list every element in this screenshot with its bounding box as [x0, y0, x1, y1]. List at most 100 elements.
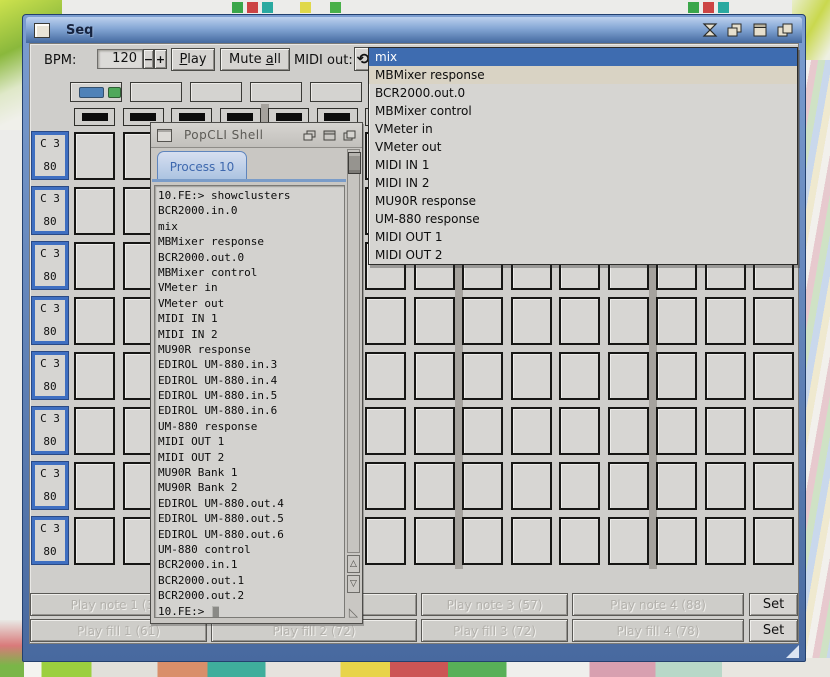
step-cell[interactable] — [74, 297, 115, 345]
bpm-field[interactable]: 120 — [97, 49, 143, 69]
track-label[interactable]: C 380 — [32, 297, 68, 344]
dropdown-item[interactable]: MIDI OUT 2 — [369, 246, 797, 264]
step-cell[interactable] — [559, 462, 600, 510]
step-cell[interactable] — [511, 407, 552, 455]
track-label[interactable]: C 380 — [32, 462, 68, 509]
step-cell[interactable] — [74, 407, 115, 455]
step-cell[interactable] — [608, 352, 649, 400]
scroll-down-button[interactable]: ▽ — [347, 575, 360, 593]
set-note-button[interactable]: Set — [749, 593, 798, 616]
track-label[interactable]: C 380 — [32, 352, 68, 399]
dropdown-item[interactable]: VMeter in — [369, 120, 797, 138]
dropdown-item[interactable]: MBMixer control — [369, 102, 797, 120]
step-cell[interactable] — [656, 297, 697, 345]
step-cell[interactable] — [365, 517, 406, 565]
step-cell[interactable] — [462, 352, 503, 400]
dropdown-item[interactable]: mix — [369, 48, 797, 66]
step-cell[interactable] — [705, 352, 746, 400]
maximize-button[interactable] — [751, 23, 769, 38]
pattern-cell[interactable] — [130, 82, 182, 102]
window-resize-grip[interactable] — [786, 645, 799, 658]
dropdown-item[interactable]: MIDI IN 1 — [369, 156, 797, 174]
seq-titlebar[interactable]: Seq — [26, 17, 802, 43]
step-cell[interactable] — [559, 407, 600, 455]
track-label[interactable]: C 380 — [32, 407, 68, 454]
window-menu-icon[interactable] — [34, 23, 50, 38]
play-note-button[interactable]: Play note 4 (88) — [572, 593, 744, 616]
shell-titlebar[interactable]: PopCLI Shell — [151, 123, 362, 148]
terminal-output[interactable]: 10.FE:> showclustersBCR2000.in.0mixMBMix… — [154, 185, 345, 618]
shell-window-menu-icon[interactable] — [157, 129, 172, 142]
step-cell[interactable] — [753, 407, 794, 455]
step-cell[interactable] — [365, 462, 406, 510]
step-cell[interactable] — [608, 517, 649, 565]
track-label[interactable]: C 380 — [32, 132, 68, 179]
step-cell[interactable] — [656, 517, 697, 565]
step-cell[interactable] — [608, 462, 649, 510]
pattern-cell[interactable] — [250, 82, 302, 102]
tab-process-10[interactable]: Process 10 — [157, 151, 247, 181]
set-fill-button[interactable]: Set — [749, 619, 798, 642]
pattern-cell[interactable] — [310, 82, 362, 102]
step-cell[interactable] — [753, 352, 794, 400]
step-cell[interactable] — [753, 297, 794, 345]
step-cell[interactable] — [608, 297, 649, 345]
dropdown-item[interactable]: MBMixer response — [369, 66, 797, 84]
step-cell[interactable] — [705, 462, 746, 510]
play-button[interactable]: Play — [171, 48, 215, 71]
scroll-up-button[interactable]: △ — [347, 555, 360, 573]
step-cell[interactable] — [414, 297, 455, 345]
dropdown-item[interactable]: VMeter out — [369, 138, 797, 156]
step-cell[interactable] — [74, 132, 115, 180]
play-fill-button[interactable]: Play fill 3 (72) — [421, 619, 568, 642]
play-note-button[interactable]: Play note 3 (57) — [421, 593, 568, 616]
bpm-decrement-button[interactable]: − — [143, 49, 154, 69]
lower-window-button[interactable] — [726, 23, 744, 38]
dropdown-item[interactable]: BCR2000.out.0 — [369, 84, 797, 102]
play-fill-button[interactable]: Play fill 4 (78) — [572, 619, 744, 642]
pattern-cell[interactable] — [190, 82, 242, 102]
step-cell[interactable] — [705, 517, 746, 565]
dropdown-item[interactable]: MIDI OUT 1 — [369, 228, 797, 246]
step-cell[interactable] — [365, 352, 406, 400]
step-cell[interactable] — [656, 462, 697, 510]
track-label[interactable]: C 380 — [32, 517, 68, 564]
step-cell[interactable] — [656, 407, 697, 455]
step-cell[interactable] — [74, 242, 115, 290]
step-cell[interactable] — [462, 407, 503, 455]
step-cell[interactable] — [511, 462, 552, 510]
step-cell[interactable] — [559, 517, 600, 565]
terminal-scrollbar[interactable] — [347, 149, 360, 553]
step-cell[interactable] — [462, 462, 503, 510]
step-cell[interactable] — [462, 517, 503, 565]
shell-resize-grip[interactable]: ◺ — [347, 601, 360, 619]
step-cell[interactable] — [511, 352, 552, 400]
raise-window-button[interactable] — [776, 23, 794, 38]
step-cell[interactable] — [74, 462, 115, 510]
step-cell[interactable] — [511, 297, 552, 345]
step-cell[interactable] — [559, 352, 600, 400]
step-cell[interactable] — [705, 407, 746, 455]
step-cell[interactable] — [705, 297, 746, 345]
mute-all-button[interactable]: Mute all — [220, 48, 290, 71]
step-cell[interactable] — [414, 407, 455, 455]
step-cell[interactable] — [414, 352, 455, 400]
dropdown-item[interactable]: MIDI IN 2 — [369, 174, 797, 192]
dropdown-item[interactable]: UM-880 response — [369, 210, 797, 228]
track-label[interactable]: C 380 — [32, 242, 68, 289]
step-cell[interactable] — [462, 297, 503, 345]
shell-maximize-button[interactable] — [322, 129, 337, 142]
scrollbar-thumb[interactable] — [348, 152, 361, 174]
step-cell[interactable] — [74, 517, 115, 565]
step-cell[interactable] — [511, 517, 552, 565]
shade-button[interactable] — [701, 23, 719, 38]
track-label[interactable]: C 380 — [32, 187, 68, 234]
pattern-cell[interactable] — [70, 82, 122, 102]
step-cell[interactable] — [414, 462, 455, 510]
step-cell[interactable] — [74, 352, 115, 400]
step-cell[interactable] — [608, 407, 649, 455]
step-cell[interactable] — [656, 352, 697, 400]
shell-raise-button[interactable] — [342, 129, 357, 142]
step-cell[interactable] — [753, 462, 794, 510]
step-header-cell[interactable] — [74, 108, 115, 126]
